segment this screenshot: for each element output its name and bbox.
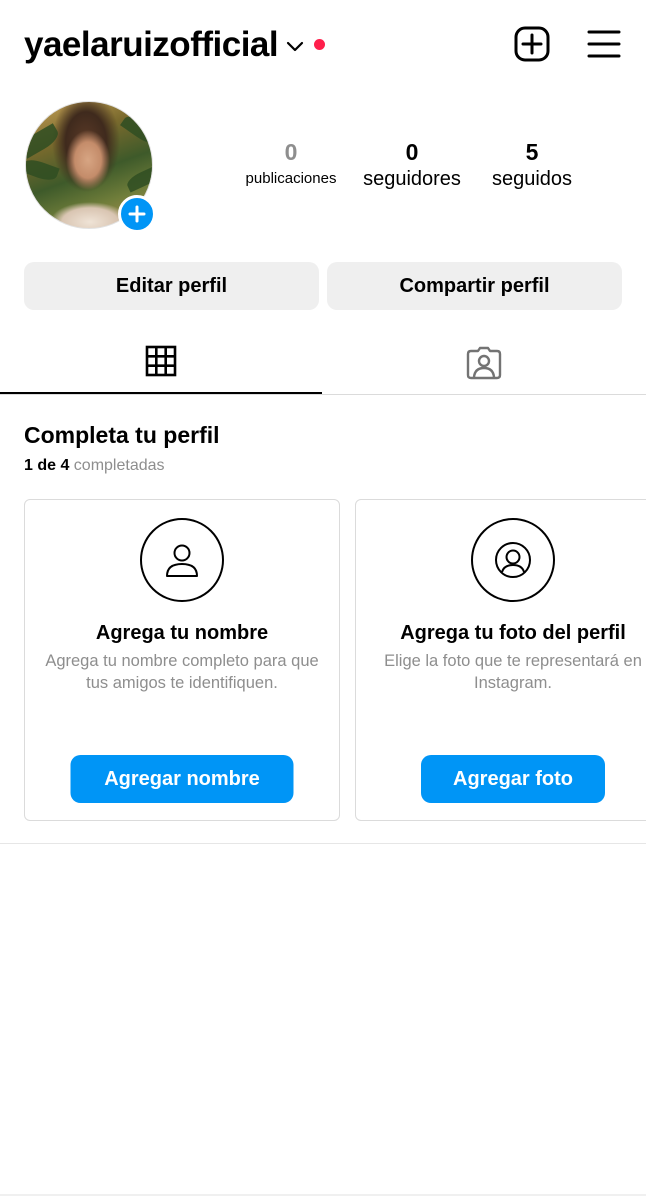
add-name-button[interactable]: Agregar nombre	[70, 755, 294, 803]
card-title: Agrega tu foto del perfil	[400, 622, 626, 644]
add-story-button[interactable]	[118, 195, 156, 233]
edit-profile-button[interactable]: Editar perfil	[24, 262, 319, 310]
posts-label: publicaciones	[245, 170, 337, 187]
following-count: 5	[525, 139, 539, 165]
top-bar: yaelaruizofficial	[0, 0, 646, 90]
person-icon	[166, 544, 198, 577]
following-stat[interactable]: 5 seguidos	[472, 138, 592, 192]
card-icon-circle	[471, 518, 555, 602]
posts-stat: 0 publicaciones	[230, 138, 352, 192]
menu-icon[interactable]	[584, 24, 624, 64]
profile-tabs	[0, 330, 646, 395]
followers-count: 0	[405, 139, 419, 165]
card-description: Agrega tu nombre completo para que tus a…	[45, 652, 319, 692]
followers-stat[interactable]: 0 seguidores	[352, 138, 472, 192]
tab-tagged[interactable]	[323, 330, 645, 395]
card-description: Elige la foto que te representará en Ins…	[384, 652, 642, 692]
followers-label: seguidores	[363, 168, 461, 190]
notification-dot	[314, 38, 326, 50]
account-switcher[interactable]: yaelaruizofficial	[24, 22, 326, 68]
add-name-card: Agrega tu nombre Agrega tu nombre comple…	[24, 499, 340, 821]
profile-progress: 1 de 4 completadas	[24, 455, 165, 477]
progress-label: completadas	[69, 457, 165, 474]
progress-count: 1 de 4	[24, 457, 70, 474]
profile-page: yaelaruizofficial 0 publicaciones 0 segu…	[0, 0, 646, 1200]
posts-count: 0	[284, 139, 298, 165]
following-label: seguidos	[491, 168, 573, 190]
new-post-icon[interactable]	[512, 24, 552, 64]
section-divider	[0, 843, 646, 844]
tagged-person-icon	[466, 346, 502, 379]
chevron-down-icon	[287, 41, 304, 52]
complete-profile-title: Completa tu perfil	[24, 422, 220, 448]
grid-icon	[145, 345, 177, 377]
profile-photo-icon	[495, 542, 531, 578]
username: yaelaruizofficial	[24, 25, 279, 64]
tab-posts-grid[interactable]	[0, 330, 322, 394]
card-icon-circle	[140, 518, 224, 602]
add-photo-button[interactable]: Agregar foto	[421, 755, 605, 803]
add-photo-card: Agrega tu foto del perfil Elige la foto …	[355, 499, 646, 821]
bottom-divider	[0, 1194, 646, 1196]
share-profile-button[interactable]: Compartir perfil	[327, 262, 622, 310]
plus-icon	[128, 205, 146, 223]
card-title: Agrega tu nombre	[95, 622, 269, 644]
